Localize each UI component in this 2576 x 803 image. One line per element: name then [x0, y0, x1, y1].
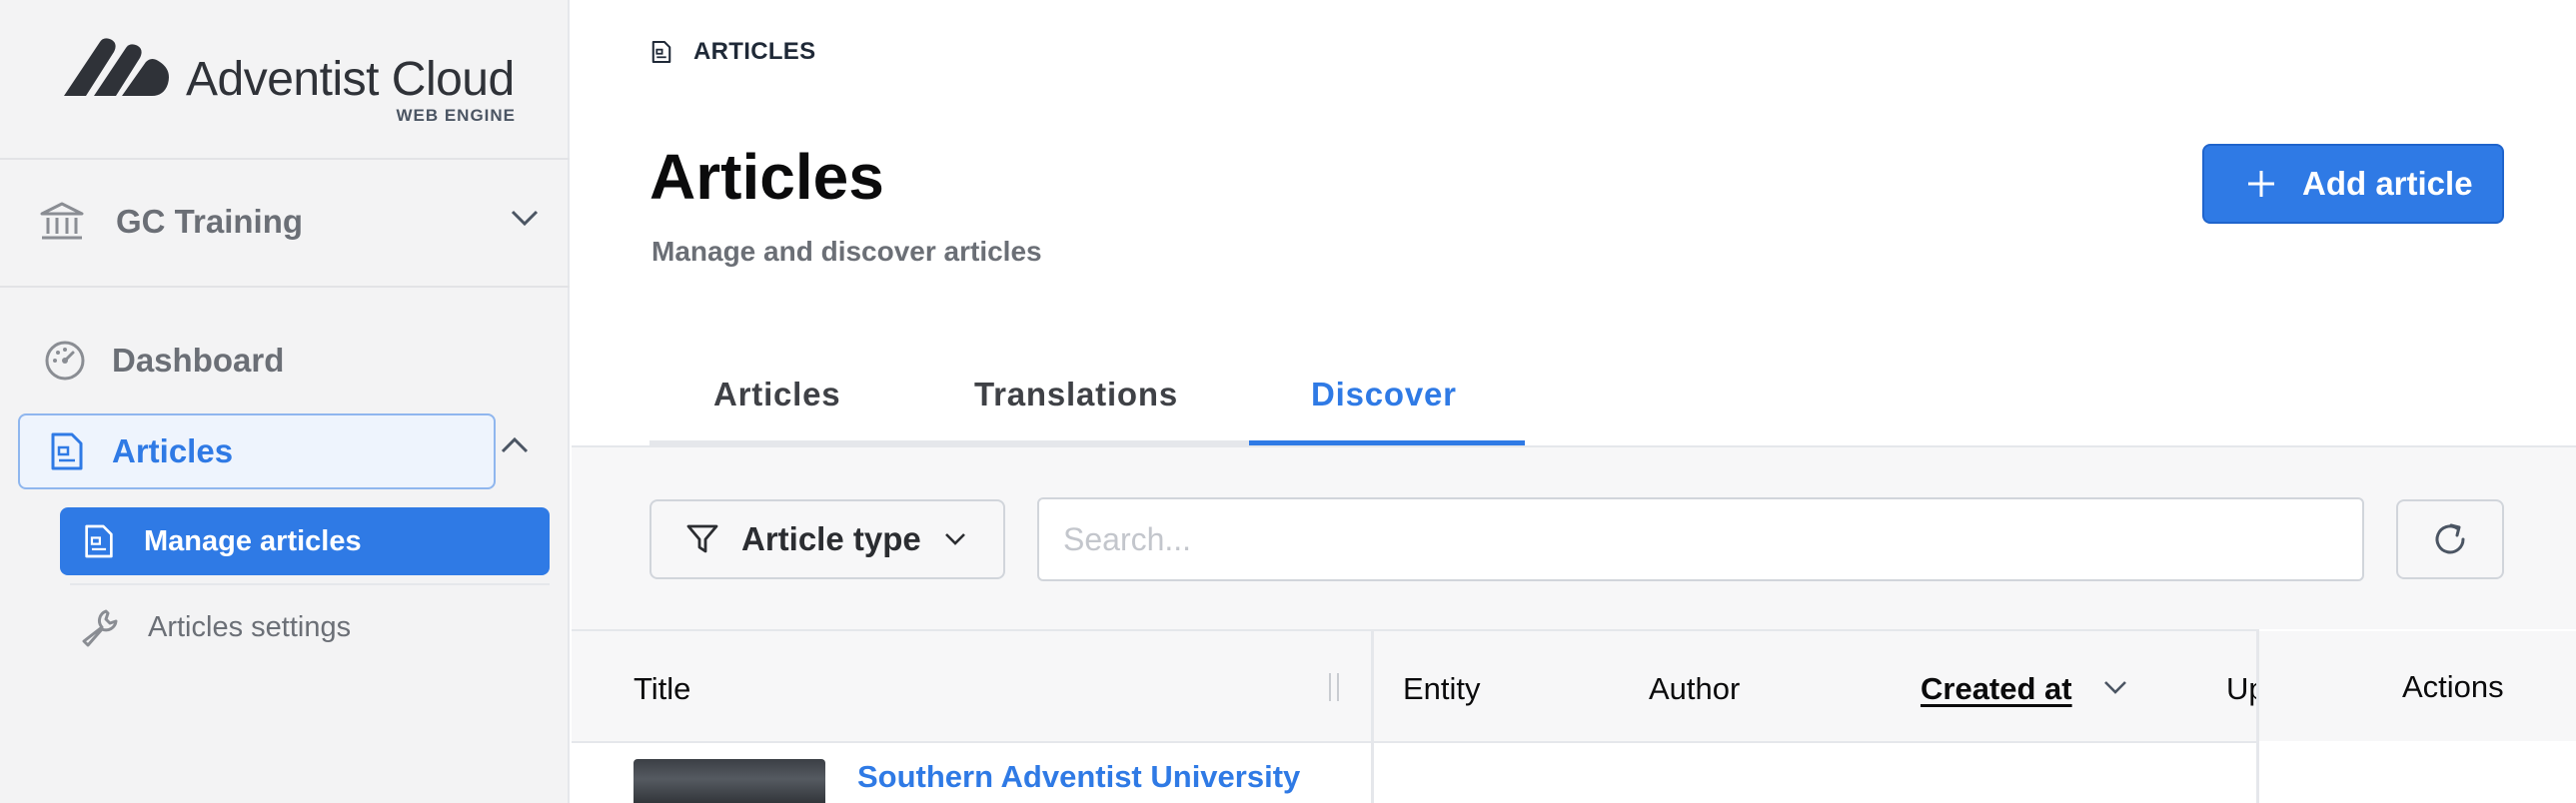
cloud-logo-icon [64, 38, 169, 96]
sort-descending-icon[interactable] [2102, 679, 2128, 695]
tab-active-indicator [1249, 440, 1525, 445]
sidebar-item-label: Articles [112, 432, 234, 469]
sidebar: Adventist Cloud WEB ENGINE GC Training D… [0, 0, 570, 803]
document-icon [51, 432, 83, 470]
chevron-down-icon [511, 210, 539, 227]
refresh-icon [2435, 523, 2465, 554]
gauge-icon [45, 341, 85, 381]
sidebar-item-label: Dashboard [112, 342, 285, 379]
sidebar-subitem-divider [70, 583, 550, 585]
sidebar-subitem-articles-settings[interactable]: Articles settings [80, 601, 351, 653]
column-header-entity[interactable]: Entity [1403, 671, 1481, 707]
sidebar-divider [0, 286, 570, 288]
article-type-label: Article type [741, 520, 921, 557]
refresh-button[interactable] [2396, 499, 2504, 579]
column-header-actions: Actions [2402, 669, 2504, 704]
sidebar-divider [0, 158, 570, 160]
breadcrumb: ARTICLES [651, 38, 815, 66]
search-input[interactable] [1037, 497, 2364, 581]
chevron-down-icon [945, 533, 965, 545]
chevron-up-icon[interactable] [500, 435, 530, 455]
tab-discover[interactable]: Discover [1311, 376, 1457, 413]
site-switcher[interactable]: GC Training [40, 190, 540, 254]
article-type-filter[interactable]: Article type [649, 499, 1005, 579]
tab-articles[interactable]: Articles [713, 376, 840, 413]
article-title-link[interactable]: Southern Adventist University [857, 759, 1300, 795]
column-header-author[interactable]: Author [1649, 671, 1740, 707]
add-article-label: Add article [2302, 165, 2473, 202]
brand-logo[interactable]: Adventist Cloud WEB ENGINE [56, 34, 516, 125]
plus-icon [2248, 171, 2274, 197]
brand-tagline: WEB ENGINE [396, 106, 516, 125]
column-header-created-at[interactable]: Created at [1921, 671, 2072, 707]
article-thumbnail[interactable] [634, 759, 825, 803]
sidebar-subitem-manage-articles[interactable]: Manage articles [60, 507, 550, 575]
institution-icon [40, 202, 84, 240]
wrench-icon [82, 609, 118, 647]
column-pinned-divider [1371, 743, 1374, 803]
add-article-button[interactable]: Add article [2202, 144, 2504, 224]
app-root: Adventist Cloud WEB ENGINE GC Training D… [0, 0, 2576, 803]
filter-bar: Article type [572, 447, 2576, 629]
brand-name: Adventist Cloud [186, 53, 515, 106]
column-resize-handle[interactable] [1329, 673, 1339, 701]
page-subtitle: Manage and discover articles [651, 236, 1042, 267]
sidebar-subitem-label: Manage articles [144, 524, 362, 557]
breadcrumb-label[interactable]: ARTICLES [693, 38, 815, 66]
sidebar-item-articles[interactable]: Articles [18, 413, 496, 489]
tab-translations[interactable]: Translations [974, 376, 1178, 413]
document-icon [85, 524, 113, 558]
sidebar-subitem-label: Articles settings [148, 610, 352, 643]
column-header-title[interactable]: Title [634, 671, 690, 707]
document-icon [651, 40, 671, 64]
sidebar-item-dashboard[interactable]: Dashboard [44, 335, 284, 387]
main-content: ARTICLES Articles Manage and discover ar… [572, 0, 2576, 803]
site-name: GC Training [116, 203, 304, 240]
filter-icon [686, 524, 718, 553]
page-title: Articles [649, 141, 884, 213]
